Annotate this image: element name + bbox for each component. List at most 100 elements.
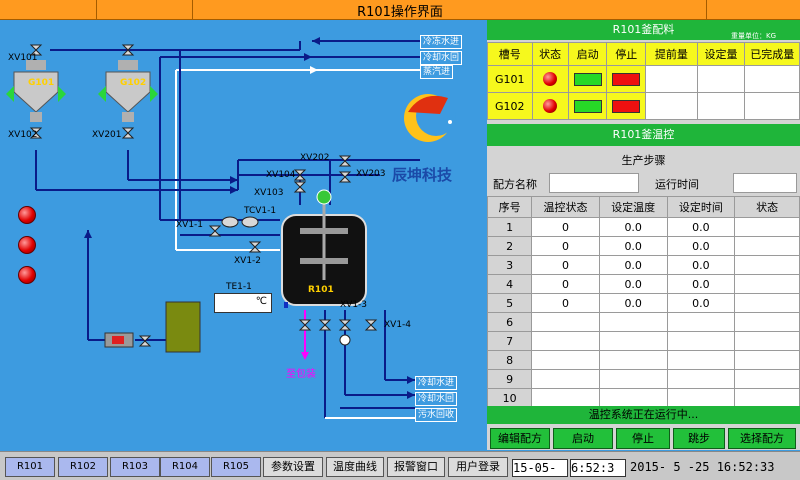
valve-tcv1-1-label[interactable]: TCV1-1 [244,206,276,216]
step-row[interactable]: 1 0 0.0 0.0 [486,217,800,237]
step-row[interactable]: 8 [486,350,800,370]
steps-header-no: 序号 [486,196,533,218]
step-row[interactable]: 2 0 0.0 0.0 [486,236,800,256]
nav-r103-button[interactable]: R103 [110,457,160,477]
alarm-lamp-3 [18,266,36,284]
params-settings-button[interactable]: 参数设置 [263,457,323,477]
step-cell-temp[interactable]: 0.0 [598,236,668,256]
temp-curve-button[interactable]: 温度曲线 [326,457,384,477]
step-cell-time[interactable]: 0.0 [666,217,736,237]
step-cell-mode[interactable]: 0 [531,255,600,275]
step-cell-status [734,312,800,332]
temp-unit: ℃ [255,296,267,307]
step-cell-time[interactable] [666,388,736,408]
step-row[interactable]: 4 0 0.0 0.0 [486,274,800,294]
valve-xv103-label[interactable]: XV103 [254,188,284,198]
step-cell-mode[interactable]: 0 [531,274,600,294]
step-cell-temp[interactable] [598,331,668,351]
step-cell-temp[interactable]: 0.0 [598,274,668,294]
advance-input[interactable] [645,65,698,93]
valve-xv203-label[interactable]: XV203 [356,169,386,179]
to-packaging-label: 至包装 [286,369,316,380]
step-cell-mode[interactable] [531,350,600,370]
completed-value [744,92,800,120]
step-cell-mode[interactable] [531,331,600,351]
stop-button[interactable] [612,72,641,86]
start-button[interactable] [573,72,602,86]
charging-status-cell [531,65,569,93]
stop-button[interactable] [612,99,641,113]
nav-r102-button[interactable]: R102 [58,457,108,477]
step-cell-mode[interactable] [531,369,600,389]
company-logo [392,86,472,156]
setpoint-input[interactable] [696,92,746,120]
user-login-button[interactable]: 用户登录 [448,457,508,477]
runtime-field [733,173,797,193]
advance-input[interactable] [645,92,698,120]
status-lamp-icon [543,99,558,113]
step-cell-mode[interactable]: 0 [531,217,600,237]
bottom-toolbar: R101 R102 R103 R104 R105 参数设置 温度曲线 报警窗口 … [0,451,800,480]
step-row[interactable]: 7 [486,331,800,351]
step-row[interactable]: 10 [486,388,800,408]
valve-xv202-label[interactable]: XV202 [300,153,330,163]
step-cell-temp[interactable] [598,388,668,408]
select-recipe-button[interactable]: 选择配方 [728,428,796,449]
step-cell-time[interactable] [666,369,736,389]
step-cell-temp[interactable]: 0.0 [598,217,668,237]
jump-step-button[interactable]: 跳步 [673,428,725,449]
step-cell-temp[interactable]: 0.0 [598,255,668,275]
step-cell-no: 9 [486,369,533,389]
step-cell-mode[interactable] [531,312,600,332]
setpoint-input[interactable] [696,65,746,93]
valve-xv1-1-label[interactable]: XV1-1 [176,220,203,230]
alarm-window-button[interactable]: 报警窗口 [387,457,445,477]
stop-button[interactable]: 停止 [616,428,670,449]
step-cell-temp[interactable] [598,369,668,389]
step-row[interactable]: 9 [486,369,800,389]
valve-xv1-2-label[interactable]: XV1-2 [234,256,261,266]
step-cell-mode[interactable] [531,388,600,408]
step-cell-status [734,388,800,408]
step-cell-mode[interactable]: 0 [531,293,600,313]
tank-g101-shape [6,60,66,122]
steps-body: 1 0 0.0 0.0 2 0 0.0 0.0 3 0 0.0 0.0 4 0 0.0 0.0 5 0 0.0 0.0… [486,217,800,408]
temp-control-title: R101釜温控 [487,124,800,146]
nav-r104-button[interactable]: R104 [160,457,210,477]
tank-g102-label: G102 [120,78,147,88]
start-button[interactable]: 启动 [553,428,613,449]
recipe-name-field[interactable] [549,173,639,193]
nav-r101-button[interactable]: R101 [5,457,55,477]
valve-xv201-label[interactable]: XV201 [92,130,122,140]
step-cell-time[interactable]: 0.0 [666,255,736,275]
temp-sensor-label: TE1-1 [226,282,252,292]
step-cell-temp[interactable]: 0.0 [598,293,668,313]
valve-xv104-label[interactable]: XV104 [266,170,296,180]
step-row[interactable]: 3 0 0.0 0.0 [486,255,800,275]
charging-row-tank: G101 [487,65,533,93]
step-cell-time[interactable]: 0.0 [666,293,736,313]
step-cell-time[interactable] [666,312,736,332]
valve-xv1-3-label[interactable]: XV1-3 [340,300,367,310]
step-cell-temp[interactable] [598,312,668,332]
charging-header-start: 启动 [567,42,608,66]
step-cell-time[interactable]: 0.0 [666,236,736,256]
step-cell-time[interactable]: 0.0 [666,274,736,294]
edit-recipe-button[interactable]: 编辑配方 [490,428,550,449]
step-row[interactable]: 5 0 0.0 0.0 [486,293,800,313]
nav-r105-button[interactable]: R105 [211,457,261,477]
valve-xv102-label[interactable]: XV102 [8,130,38,140]
step-cell-mode[interactable]: 0 [531,236,600,256]
step-cell-status [734,293,800,313]
step-cell-time[interactable] [666,350,736,370]
step-cell-temp[interactable] [598,350,668,370]
completed-value [744,65,800,93]
valve-xv101-label[interactable]: XV101 [8,53,38,63]
alarm-lamp-1 [18,206,36,224]
charging-header-advance: 提前量 [645,42,698,66]
valve-xv1-4-label[interactable]: XV1-4 [384,320,411,330]
step-cell-time[interactable] [666,331,736,351]
step-row[interactable]: 6 [486,312,800,332]
start-button[interactable] [573,99,602,113]
charging-stop-cell [606,65,647,93]
